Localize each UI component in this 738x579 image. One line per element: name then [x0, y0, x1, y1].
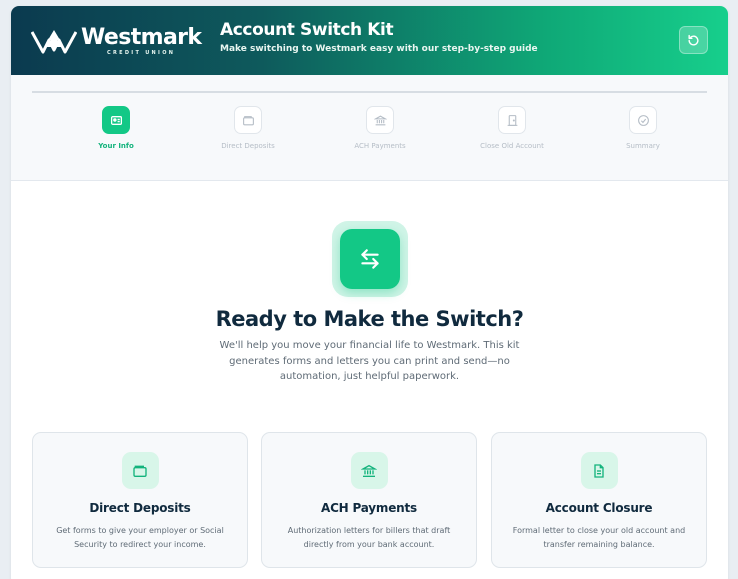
document-icon — [594, 463, 604, 478]
step-summary[interactable]: Summary — [588, 106, 698, 150]
hero-icon-halo — [332, 221, 408, 297]
feature-card-direct-deposits: Direct Deposits Get forms to give your e… — [32, 432, 248, 568]
step-label: Your Info — [98, 142, 134, 150]
stepper-track — [32, 91, 707, 93]
hero-title: Ready to Make the Switch? — [215, 307, 524, 331]
step-direct-deposits[interactable]: Direct Deposits — [193, 106, 303, 150]
refresh-button[interactable] — [679, 26, 708, 54]
id-card-icon — [110, 115, 122, 125]
header: Westmark CREDIT UNION Account Switch Kit… — [11, 6, 728, 75]
step-label: Direct Deposits — [221, 142, 275, 150]
feature-title: ACH Payments — [320, 501, 417, 515]
feature-title: Direct Deposits — [89, 501, 191, 515]
feature-icon-box — [121, 452, 159, 489]
brand-sub: CREDIT UNION — [107, 50, 176, 56]
refresh-icon — [688, 34, 699, 46]
app-card: Westmark CREDIT UNION Account Switch Kit… — [11, 6, 728, 579]
step-ach-payments[interactable]: ACH Payments — [325, 106, 435, 150]
feature-description: Authorization letters for billers that d… — [287, 526, 451, 549]
step-icon-box — [498, 106, 526, 134]
feature-card-ach-payments: ACH Payments Authorization letters for b… — [261, 432, 477, 568]
step-icon-box — [102, 106, 130, 134]
feature-description: Get forms to give your employer or Socia… — [56, 526, 224, 549]
page-subtitle: Make switching to Westmark easy with our… — [220, 44, 538, 54]
step-label: ACH Payments — [354, 142, 406, 150]
swap-arrows-icon — [361, 249, 379, 269]
feature-title: Account Closure — [545, 501, 653, 515]
step-label: Summary — [626, 142, 660, 150]
feature-icon-box — [350, 452, 388, 489]
step-label: Close Old Account — [480, 142, 544, 150]
step-close-old-account[interactable]: Close Old Account — [457, 106, 567, 150]
feature-card-account-closure: Account Closure Formal letter to close y… — [491, 432, 707, 568]
step-your-info[interactable]: Your Info — [61, 106, 171, 150]
wallet-icon — [133, 465, 147, 477]
wallet-icon — [242, 115, 254, 125]
hero-icon-box — [340, 229, 400, 289]
step-icon-box — [234, 106, 262, 134]
westmark-logo-icon — [31, 30, 77, 54]
brand-name: Westmark — [81, 25, 202, 50]
progress-stepper: Your Info Direct Deposits ACH Payments C… — [11, 75, 728, 181]
logo: Westmark CREDIT UNION — [31, 26, 209, 60]
page-title: Account Switch Kit — [220, 20, 394, 40]
feature-icon-box — [580, 452, 618, 489]
bank-icon — [361, 464, 377, 477]
feature-description: Formal letter to close your old account … — [512, 526, 686, 549]
check-circle-icon — [637, 114, 649, 126]
door-icon — [507, 114, 517, 126]
hero-description: We'll help you move your financial life … — [219, 340, 520, 382]
step-icon-box — [629, 106, 657, 134]
bank-icon — [373, 115, 387, 125]
step-icon-box — [366, 106, 394, 134]
